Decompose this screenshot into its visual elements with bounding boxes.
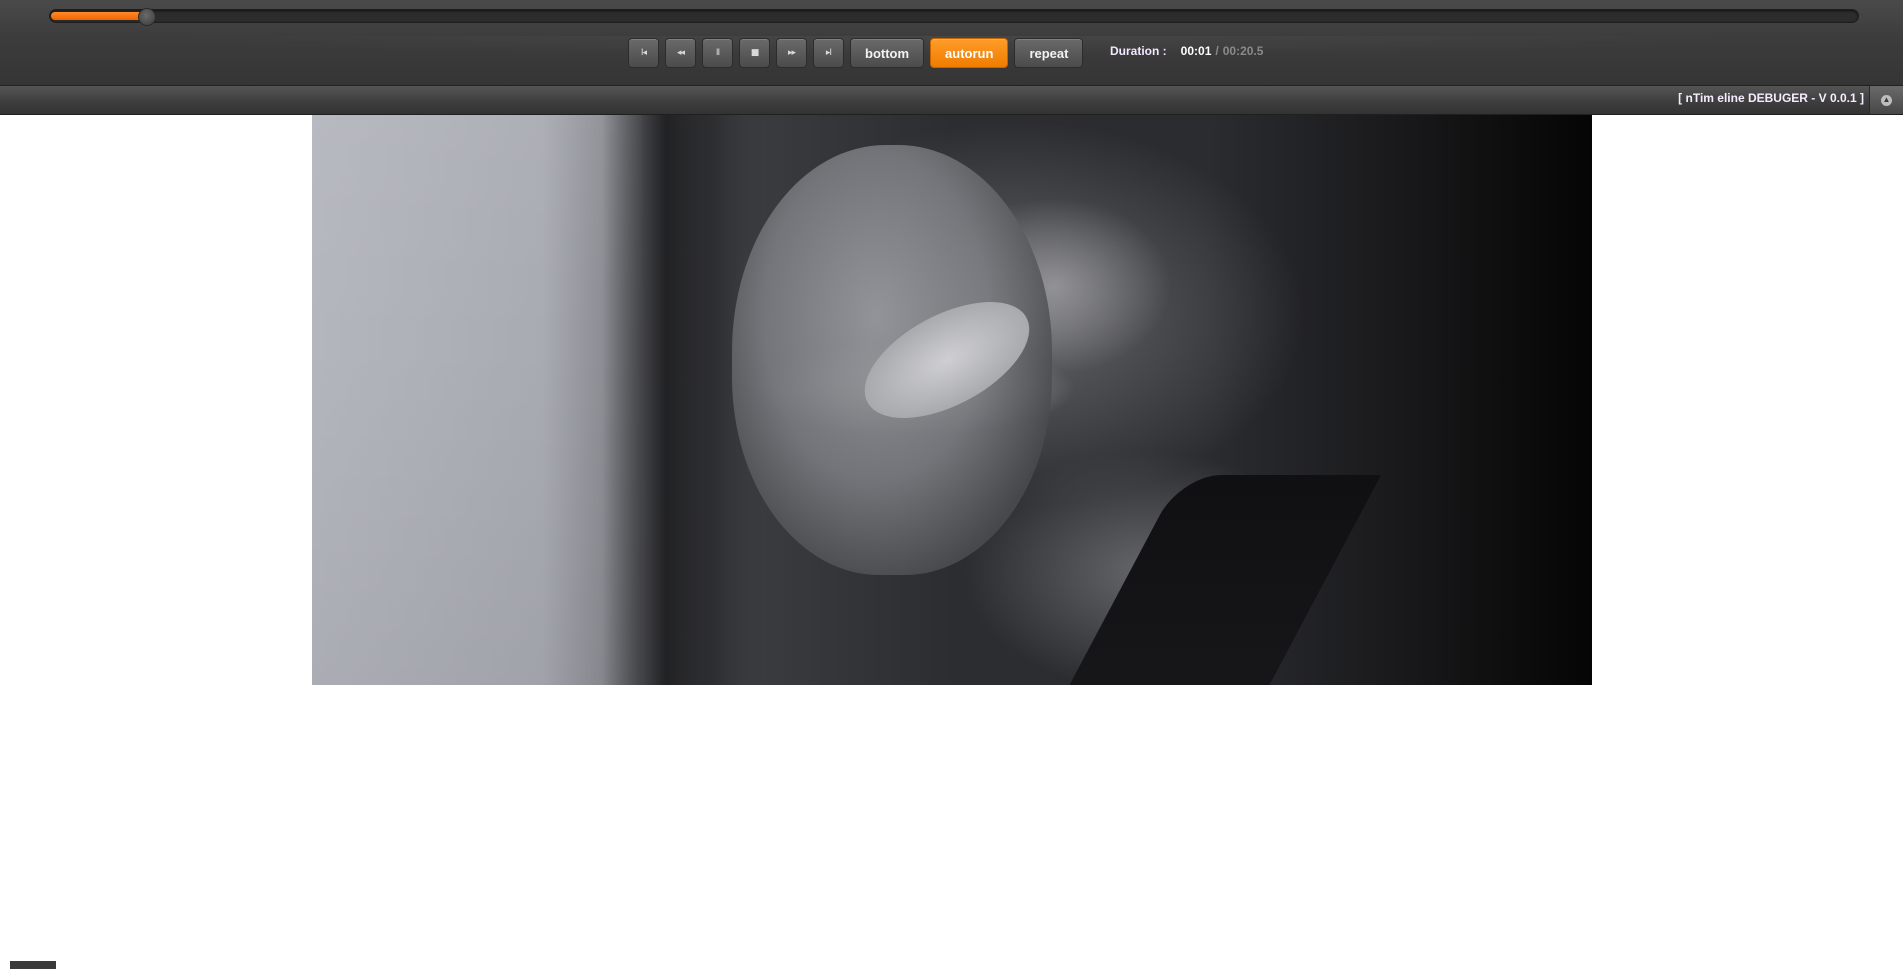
- pause-icon: II: [715, 48, 720, 58]
- first-button[interactable]: I◂: [628, 38, 659, 68]
- forward-button[interactable]: ▸▸: [776, 38, 807, 68]
- stop-icon: ■: [750, 48, 759, 58]
- pause-button[interactable]: II: [702, 38, 733, 68]
- collapse-button[interactable]: ▲: [1869, 86, 1903, 114]
- total-time: 00:20.5: [1222, 44, 1264, 58]
- rewind-icon: ◂◂: [676, 48, 685, 58]
- fast-forward-icon: ▸▸: [787, 48, 796, 58]
- collapse-up-icon: ▲: [1881, 94, 1892, 106]
- debugger-title: [ nTim eline DEBUGER - V 0.0.1 ]: [1678, 91, 1864, 105]
- corner-tab[interactable]: [10, 961, 56, 969]
- duration-label: Duration :: [1110, 44, 1167, 58]
- duration-readout: Duration : 00:01 / 00:20.5: [1110, 44, 1263, 58]
- timeline-scrubber-handle[interactable]: [138, 8, 156, 26]
- dress-strap-shape: [1042, 475, 1382, 685]
- debugger-bar: [ nTim eline DEBUGER - V 0.0.1 ] ▲: [0, 86, 1903, 115]
- current-time: 00:01: [1180, 44, 1212, 58]
- repeat-toggle-button[interactable]: repeat: [1014, 38, 1084, 68]
- last-button[interactable]: ▸I: [813, 38, 844, 68]
- bottom-toggle-button[interactable]: bottom: [850, 38, 925, 68]
- time-separator: /: [1215, 44, 1219, 58]
- skip-to-start-icon: I◂: [640, 48, 647, 58]
- timeline-control-bar: I◂ ◂◂ II ■ ▸▸ ▸I bottom autorun repeat D…: [0, 0, 1903, 86]
- timeline-progress-fill: [51, 12, 147, 20]
- timeline-photo: [312, 115, 1592, 685]
- skip-to-end-icon: ▸I: [825, 48, 832, 58]
- blurred-foreground: [312, 115, 642, 685]
- timeline-progress-track[interactable]: [49, 8, 1859, 26]
- rewind-button[interactable]: ◂◂: [665, 38, 696, 68]
- stop-button[interactable]: ■: [739, 38, 770, 68]
- autorun-toggle-button[interactable]: autorun: [930, 38, 1009, 68]
- transport-controls: I◂ ◂◂ II ■ ▸▸ ▸I bottom autorun repeat: [628, 37, 1084, 69]
